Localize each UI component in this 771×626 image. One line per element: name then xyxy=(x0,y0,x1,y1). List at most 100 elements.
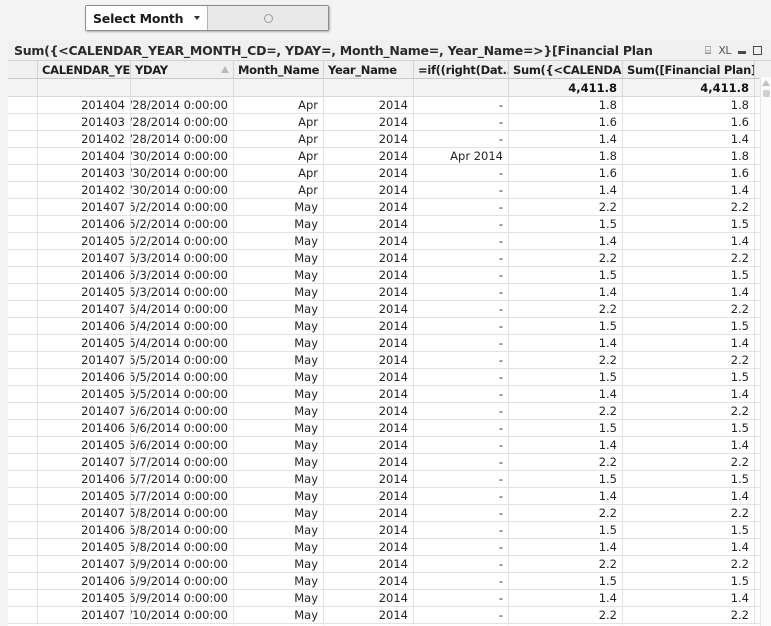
cell-month-name[interactable]: May xyxy=(234,590,324,606)
cell-sum-financial-plan[interactable]: 1.4 xyxy=(623,488,755,504)
cell-year-name[interactable]: 2014 xyxy=(324,556,414,572)
table-row[interactable]: 201407 5/9/2014 0:00:00 May 2014-2.2 2.2 xyxy=(8,556,771,573)
cell-if-expression[interactable]: - xyxy=(414,590,509,606)
cell-year-name[interactable]: 2014 xyxy=(324,420,414,436)
cell-sum-financial-plan[interactable]: 1.4 xyxy=(623,335,755,351)
cell-sum-financial-plan[interactable]: 1.4 xyxy=(623,233,755,249)
cell-sum-financial-plan[interactable]: 1.6 xyxy=(623,165,755,181)
table-row[interactable]: 201405 5/5/2014 0:00:00 May 2014-1.4 1.4 xyxy=(8,386,771,403)
table-row[interactable]: 201403 4/30/2014 0:00:00 Apr 2014-1.6 1.6 xyxy=(8,165,771,182)
cell-yday[interactable]: 5/8/2014 0:00:00 xyxy=(131,522,234,538)
cell-yday[interactable]: 5/2/2014 0:00:00 xyxy=(131,216,234,232)
cell-month-name[interactable]: May xyxy=(234,284,324,300)
cell-yday[interactable]: 5/4/2014 0:00:00 xyxy=(131,301,234,317)
cell-if-expression[interactable]: - xyxy=(414,488,509,504)
cell-sum-calendar[interactable]: 2.2 xyxy=(509,301,623,317)
cell-if-expression[interactable]: - xyxy=(414,369,509,385)
cell-if-expression[interactable]: - xyxy=(414,301,509,317)
cell-month-name[interactable]: May xyxy=(234,420,324,436)
cell-calendar-year-month-cd[interactable]: 201407 xyxy=(38,454,131,470)
cell-sum-calendar[interactable]: 1.5 xyxy=(509,573,623,589)
chevron-down-icon[interactable] xyxy=(194,16,200,20)
column-header-sum-financial-plan[interactable]: Sum([Financial Plan])... xyxy=(623,61,755,78)
table-row[interactable]: 201402 4/28/2014 0:00:00 Apr 2014-1.4 1.4 xyxy=(8,131,771,148)
cell-if-expression[interactable]: - xyxy=(414,165,509,181)
table-row[interactable]: 201405 5/7/2014 0:00:00 May 2014-1.4 1.4 xyxy=(8,488,771,505)
cell-sum-calendar[interactable]: 2.2 xyxy=(509,454,623,470)
cell-if-expression[interactable]: - xyxy=(414,505,509,521)
cell-calendar-year-month-cd[interactable]: 201403 xyxy=(38,165,131,181)
cell-if-expression[interactable]: - xyxy=(414,556,509,572)
table-row[interactable]: 201407 5/8/2014 0:00:00 May 2014-2.2 2.2 xyxy=(8,505,771,522)
cell-sum-financial-plan[interactable]: 1.5 xyxy=(623,573,755,589)
cell-sum-calendar[interactable]: 2.2 xyxy=(509,505,623,521)
cell-yday[interactable]: 4/30/2014 0:00:00 xyxy=(131,165,234,181)
cell-calendar-year-month-cd[interactable]: 201406 xyxy=(38,471,131,487)
cell-month-name[interactable]: May xyxy=(234,488,324,504)
cell-yday[interactable]: 5/4/2014 0:00:00 xyxy=(131,335,234,351)
cell-sum-financial-plan[interactable]: 1.4 xyxy=(623,284,755,300)
cell-gutter[interactable] xyxy=(8,148,38,164)
cell-month-name[interactable]: Apr xyxy=(234,148,324,164)
cell-if-expression[interactable]: - xyxy=(414,131,509,147)
cell-year-name[interactable]: 2014 xyxy=(324,403,414,419)
cell-calendar-year-month-cd[interactable]: 201406 xyxy=(38,624,131,625)
table-row[interactable]: 201406 5/9/2014 0:00:00 May 2014-1.5 1.5 xyxy=(8,573,771,590)
cell-yday[interactable]: 5/8/2014 0:00:00 xyxy=(131,505,234,521)
cell-month-name[interactable]: May xyxy=(234,335,324,351)
cell-yday[interactable]: 5/7/2014 0:00:00 xyxy=(131,471,234,487)
cell-month-name[interactable]: May xyxy=(234,607,324,623)
table-row[interactable]: 201407 5/7/2014 0:00:00 May 2014-2.2 2.2 xyxy=(8,454,771,471)
cell-calendar-year-month-cd[interactable]: 201402 xyxy=(38,182,131,198)
cell-month-name[interactable]: May xyxy=(234,369,324,385)
table-row[interactable]: 201405 5/2/2014 0:00:00 May 2014-1.4 1.4 xyxy=(8,233,771,250)
cell-sum-calendar[interactable]: 2.2 xyxy=(509,403,623,419)
cell-month-name[interactable]: Apr xyxy=(234,182,324,198)
cell-sum-financial-plan[interactable]: 2.2 xyxy=(623,250,755,266)
cell-if-expression[interactable]: - xyxy=(414,318,509,334)
cell-year-name[interactable]: 2014 xyxy=(324,182,414,198)
cell-sum-calendar[interactable]: 1.5 xyxy=(509,267,623,283)
cell-calendar-year-month-cd[interactable]: 201405 xyxy=(38,437,131,453)
table-row[interactable]: 201406 5/3/2014 0:00:00 May 2014-1.5 1.5 xyxy=(8,267,771,284)
cell-month-name[interactable]: May xyxy=(234,216,324,232)
cell-calendar-year-month-cd[interactable]: 201402 xyxy=(38,131,131,147)
cell-sum-financial-plan[interactable]: 1.6 xyxy=(623,114,755,130)
cell-yday[interactable]: 5/8/2014 0:00:00 xyxy=(131,539,234,555)
cell-sum-financial-plan[interactable]: 2.2 xyxy=(623,352,755,368)
cell-year-name[interactable]: 2014 xyxy=(324,369,414,385)
cell-gutter[interactable] xyxy=(8,556,38,572)
cell-gutter[interactable] xyxy=(8,318,38,334)
cell-month-name[interactable]: May xyxy=(234,505,324,521)
cell-calendar-year-month-cd[interactable]: 201407 xyxy=(38,301,131,317)
cell-if-expression[interactable]: - xyxy=(414,250,509,266)
column-header-yday[interactable]: YDAY xyxy=(131,61,234,78)
cell-sum-calendar[interactable]: 1.6 xyxy=(509,165,623,181)
table-row[interactable]: 201405 5/4/2014 0:00:00 May 2014-1.4 1.4 xyxy=(8,335,771,352)
cell-year-name[interactable]: 2014 xyxy=(324,386,414,402)
cell-yday[interactable]: 5/6/2014 0:00:00 xyxy=(131,437,234,453)
cell-sum-calendar[interactable]: 1.4 xyxy=(509,437,623,453)
cell-yday[interactable]: 5/6/2014 0:00:00 xyxy=(131,420,234,436)
cell-if-expression[interactable]: - xyxy=(414,216,509,232)
cell-year-name[interactable]: 2014 xyxy=(324,471,414,487)
cell-year-name[interactable]: 2014 xyxy=(324,352,414,368)
table-row[interactable]: 2014065/10/2014 0:00:00May2014-1.51.5 xyxy=(8,624,771,625)
cell-gutter[interactable] xyxy=(8,369,38,385)
cell-sum-calendar[interactable]: 1.4 xyxy=(509,539,623,555)
cell-gutter[interactable] xyxy=(8,590,38,606)
cell-sum-financial-plan[interactable]: 1.5 xyxy=(623,369,755,385)
cell-calendar-year-month-cd[interactable]: 201405 xyxy=(38,386,131,402)
cell-month-name[interactable]: May xyxy=(234,471,324,487)
cell-yday[interactable]: 5/9/2014 0:00:00 xyxy=(131,573,234,589)
scroll-up-button[interactable] xyxy=(761,77,771,88)
cell-sum-financial-plan[interactable]: 1.5 xyxy=(623,471,755,487)
cell-gutter[interactable] xyxy=(8,607,38,623)
cell-calendar-year-month-cd[interactable]: 201407 xyxy=(38,556,131,572)
cell-yday[interactable]: 5/5/2014 0:00:00 xyxy=(131,352,234,368)
cell-gutter[interactable] xyxy=(8,403,38,419)
cell-gutter[interactable] xyxy=(8,267,38,283)
cell-sum-calendar[interactable]: 1.8 xyxy=(509,97,623,113)
cell-yday[interactable]: 5/5/2014 0:00:00 xyxy=(131,386,234,402)
cell-yday[interactable]: 5/3/2014 0:00:00 xyxy=(131,284,234,300)
